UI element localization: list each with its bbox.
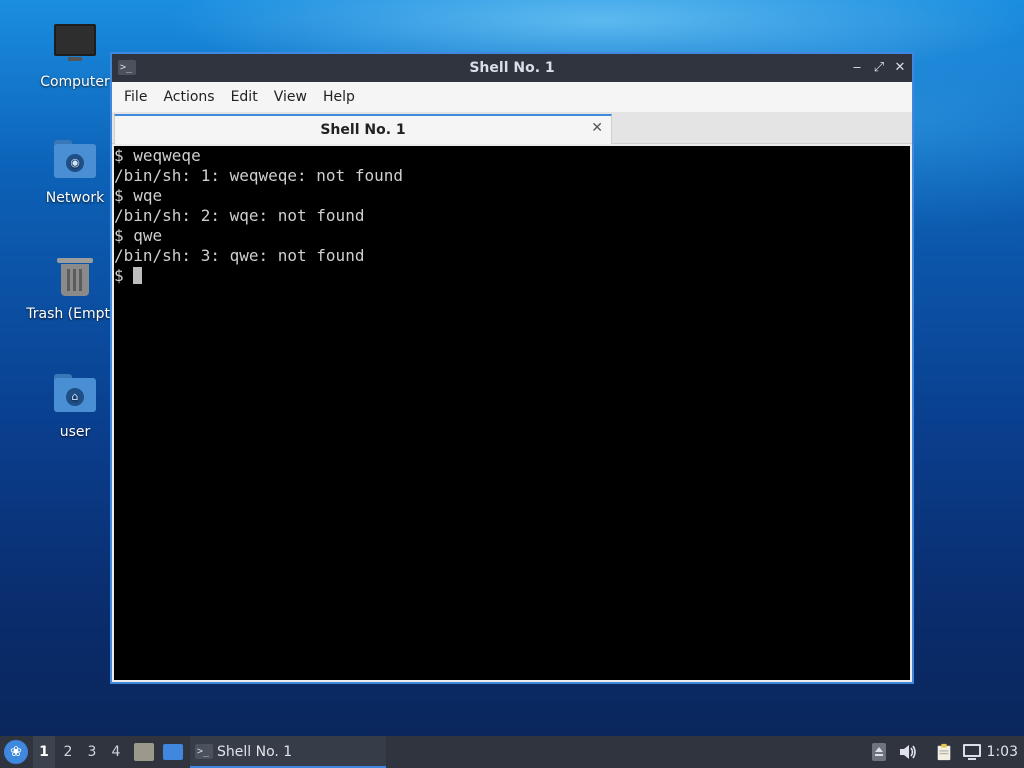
- home-folder-icon: ⌂: [53, 374, 97, 418]
- workspace-2[interactable]: 2: [57, 736, 79, 768]
- clipboard-icon[interactable]: [934, 743, 954, 761]
- close-button[interactable]: ✕: [891, 59, 909, 77]
- computer-icon: [53, 24, 97, 68]
- taskbar-item-shell[interactable]: >_ Shell No. 1: [190, 736, 386, 768]
- start-menu-button[interactable]: ❀: [4, 740, 28, 764]
- tab-close-icon[interactable]: ✕: [591, 120, 603, 136]
- network-folder-icon: ◉: [53, 140, 97, 184]
- taskbar-item-label: Shell No. 1: [217, 744, 293, 760]
- terminal-output[interactable]: $ weqweqe /bin/sh: 1: weqweqe: not found…: [114, 146, 910, 680]
- terminal-prompt: $: [114, 266, 134, 285]
- taskbar: ❀ 1 2 3 4 >_ Shell No. 1 1:03: [0, 736, 1024, 768]
- menu-actions[interactable]: Actions: [155, 82, 222, 112]
- network-icon[interactable]: [962, 743, 982, 761]
- terminal-line: $ weqweqe: [114, 146, 201, 165]
- terminal-line: $ qwe: [114, 226, 163, 245]
- workspace-3[interactable]: 3: [81, 736, 103, 768]
- trash-icon: [53, 256, 97, 300]
- menu-bar: File Actions Edit View Help: [112, 82, 912, 112]
- minimize-button[interactable]: ‒: [848, 59, 866, 77]
- terminal-prompt-line[interactable]: $: [114, 266, 910, 286]
- clock[interactable]: 1:03: [987, 744, 1018, 760]
- tab-bar: Shell No. 1 ✕: [112, 112, 912, 144]
- window-title: Shell No. 1: [469, 60, 555, 76]
- menu-file[interactable]: File: [116, 82, 155, 112]
- workspace-1[interactable]: 1: [33, 736, 55, 768]
- menu-view[interactable]: View: [266, 82, 315, 112]
- show-desktop-icon[interactable]: [163, 744, 183, 760]
- file-manager-launcher-icon[interactable]: [134, 743, 154, 761]
- desktop-icon-label: Computer: [40, 74, 110, 90]
- eject-icon[interactable]: [871, 743, 887, 761]
- menu-edit[interactable]: Edit: [223, 82, 266, 112]
- text-cursor: [133, 267, 143, 284]
- desktop-icon-label: Network: [45, 190, 105, 206]
- terminal-line: /bin/sh: 3: qwe: not found: [114, 246, 365, 265]
- terminal-line: $ wqe: [114, 186, 163, 205]
- desktop-icon-label: user: [59, 424, 91, 440]
- terminal-line: /bin/sh: 1: weqweqe: not found: [114, 166, 403, 185]
- terminal-app-icon: >_: [195, 744, 213, 759]
- tab-label: Shell No. 1: [320, 122, 406, 138]
- tab-shell-1[interactable]: Shell No. 1 ✕: [114, 114, 612, 144]
- terminal-line: /bin/sh: 2: wqe: not found: [114, 206, 365, 225]
- window-titlebar[interactable]: >_ Shell No. 1 ‒ ⤢ ✕: [112, 54, 912, 82]
- terminal-window: >_ Shell No. 1 ‒ ⤢ ✕ File Actions Edit V…: [110, 52, 914, 684]
- menu-help[interactable]: Help: [315, 82, 363, 112]
- volume-icon[interactable]: [898, 743, 918, 761]
- workspace-4[interactable]: 4: [105, 736, 127, 768]
- maximize-button[interactable]: ⤢: [870, 59, 888, 77]
